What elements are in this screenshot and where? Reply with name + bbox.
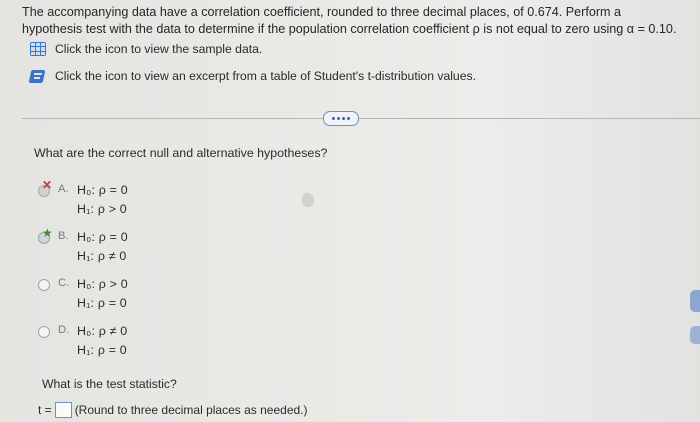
null-hypothesis: H₀: ρ ≠ 0 <box>77 324 128 338</box>
null-hypothesis: H₀: ρ = 0 <box>77 230 128 244</box>
correct-star-icon: ★ <box>42 226 53 240</box>
data-table-icon[interactable] <box>30 42 46 56</box>
rounding-hint: (Round to three decimal places as needed… <box>74 403 308 417</box>
side-panel-tab[interactable] <box>690 290 700 312</box>
problem-text-line1: The accompanying data have a correlation… <box>22 5 622 19</box>
problem-text-line2: hypothesis test with the data to determi… <box>22 22 624 36</box>
sample-data-link[interactable]: Click the icon to view the sample data. <box>30 40 262 58</box>
side-panel-tab[interactable] <box>690 326 700 344</box>
hypotheses-question: What are the correct null and alternativ… <box>34 146 328 160</box>
option-letter: A. <box>58 183 69 195</box>
alternative-hypothesis: H₁: ρ = 0 <box>77 296 127 310</box>
ellipsis-icon <box>332 117 335 120</box>
test-statistic-question: What is the test statistic? <box>42 377 177 391</box>
alternative-hypothesis: H₁: ρ ≠ 0 <box>77 249 127 263</box>
option-letter: D. <box>58 324 70 336</box>
test-statistic-input[interactable] <box>54 402 72 418</box>
option-letter: B. <box>58 230 69 242</box>
alternative-hypothesis: H₁: ρ = 0 <box>77 343 127 357</box>
cursor-artifact <box>302 193 314 207</box>
t-prefix-label: t = <box>38 403 52 417</box>
book-icon[interactable] <box>28 69 46 84</box>
radio-button-d[interactable] <box>38 326 50 338</box>
test-statistic-answer-row: t = (Round to three decimal places as ne… <box>38 402 308 418</box>
radio-button-c[interactable] <box>38 279 50 291</box>
null-hypothesis: H₀: ρ = 0 <box>77 183 128 197</box>
option-letter: C. <box>58 277 70 289</box>
null-hypothesis: H₀: ρ > 0 <box>77 277 128 291</box>
sample-data-label: Click the icon to view the sample data. <box>55 42 263 56</box>
problem-statement: The accompanying data have a correlation… <box>22 4 682 38</box>
section-divider <box>22 118 700 119</box>
t-table-link[interactable]: Click the icon to view an excerpt from a… <box>28 67 476 85</box>
incorrect-x-icon: ✕ <box>42 178 53 192</box>
alpha-value: α = 0.10. <box>626 22 677 36</box>
alternative-hypothesis: H₁: ρ > 0 <box>77 202 127 216</box>
t-table-label: Click the icon to view an excerpt from a… <box>55 69 476 83</box>
more-options-button[interactable] <box>323 111 359 126</box>
